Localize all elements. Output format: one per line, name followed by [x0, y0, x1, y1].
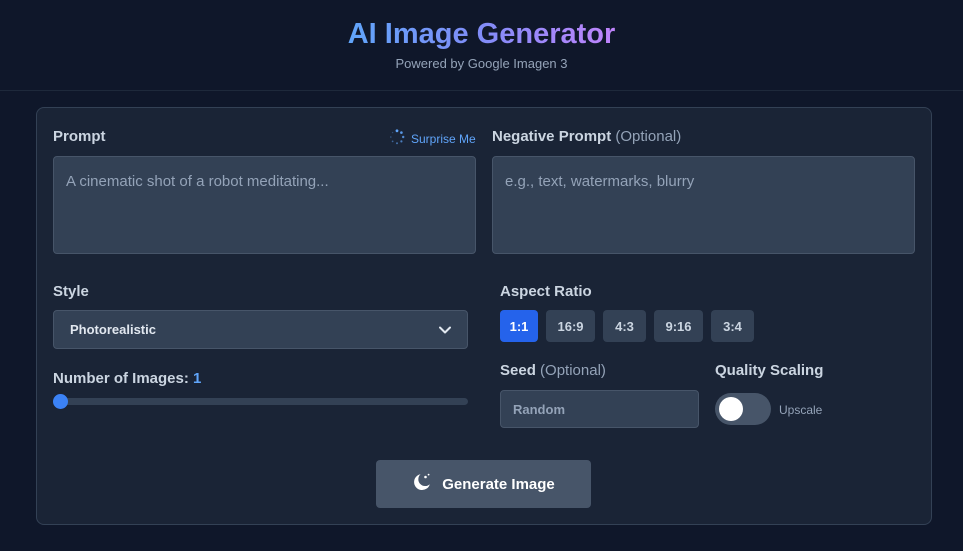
prompt-label: Prompt	[53, 128, 106, 145]
toggle-knob	[719, 397, 743, 421]
aspect-ratio-16-9[interactable]: 16:9	[546, 310, 595, 342]
num-images-slider[interactable]	[53, 398, 468, 405]
page-subtitle: Powered by Google Imagen 3	[395, 56, 568, 71]
surprise-me-label: Surprise Me	[411, 131, 476, 146]
num-images-label: Number of Images: 1	[53, 370, 202, 387]
style-select[interactable]: Photorealistic	[53, 310, 468, 349]
negative-prompt-input[interactable]: e.g., text, watermarks, blurry	[492, 156, 915, 254]
prompt-input[interactable]: A cinematic shot of a robot meditating..…	[53, 156, 476, 254]
aspect-ratio-4-3[interactable]: 4:3	[603, 310, 646, 342]
num-images-value: 1	[193, 370, 202, 387]
magic-wand-icon	[412, 472, 432, 496]
style-label: Style	[53, 283, 89, 300]
surprise-me-button[interactable]: Surprise Me	[389, 129, 476, 148]
slider-thumb[interactable]	[53, 394, 68, 409]
generate-image-button[interactable]: Generate Image	[376, 460, 591, 508]
seed-optional: (Optional)	[540, 362, 606, 379]
seed-label: Seed (Optional)	[500, 362, 606, 379]
aspect-ratio-label: Aspect Ratio	[500, 283, 592, 300]
negative-prompt-placeholder: e.g., text, watermarks, blurry	[505, 173, 695, 190]
chevron-down-icon	[439, 322, 451, 337]
aspect-ratio-9-16[interactable]: 9:16	[654, 310, 703, 342]
negative-prompt-label: Negative Prompt (Optional)	[492, 128, 682, 145]
seed-placeholder: Random	[513, 401, 565, 417]
aspect-ratio-3-4[interactable]: 3:4	[711, 310, 754, 342]
upscale-toggle[interactable]	[715, 393, 771, 425]
upscale-label: Upscale	[779, 403, 823, 417]
prompt-placeholder: A cinematic shot of a robot meditating..…	[66, 173, 329, 190]
style-selected-value: Photorealistic	[70, 322, 156, 337]
aspect-ratio-1-1[interactable]: 1:1	[500, 310, 538, 342]
generate-image-label: Generate Image	[442, 475, 555, 493]
generator-form: Prompt Surprise Me A cinematic shot of a…	[36, 107, 932, 525]
negative-prompt-optional: (Optional)	[615, 128, 682, 145]
quality-scaling-label: Quality Scaling	[715, 362, 824, 379]
seed-input[interactable]: Random	[500, 390, 699, 428]
spinner-icon	[389, 129, 405, 148]
app-header: AI Image Generator Powered by Google Ima…	[0, 0, 963, 91]
page-title: AI Image Generator	[347, 18, 616, 50]
